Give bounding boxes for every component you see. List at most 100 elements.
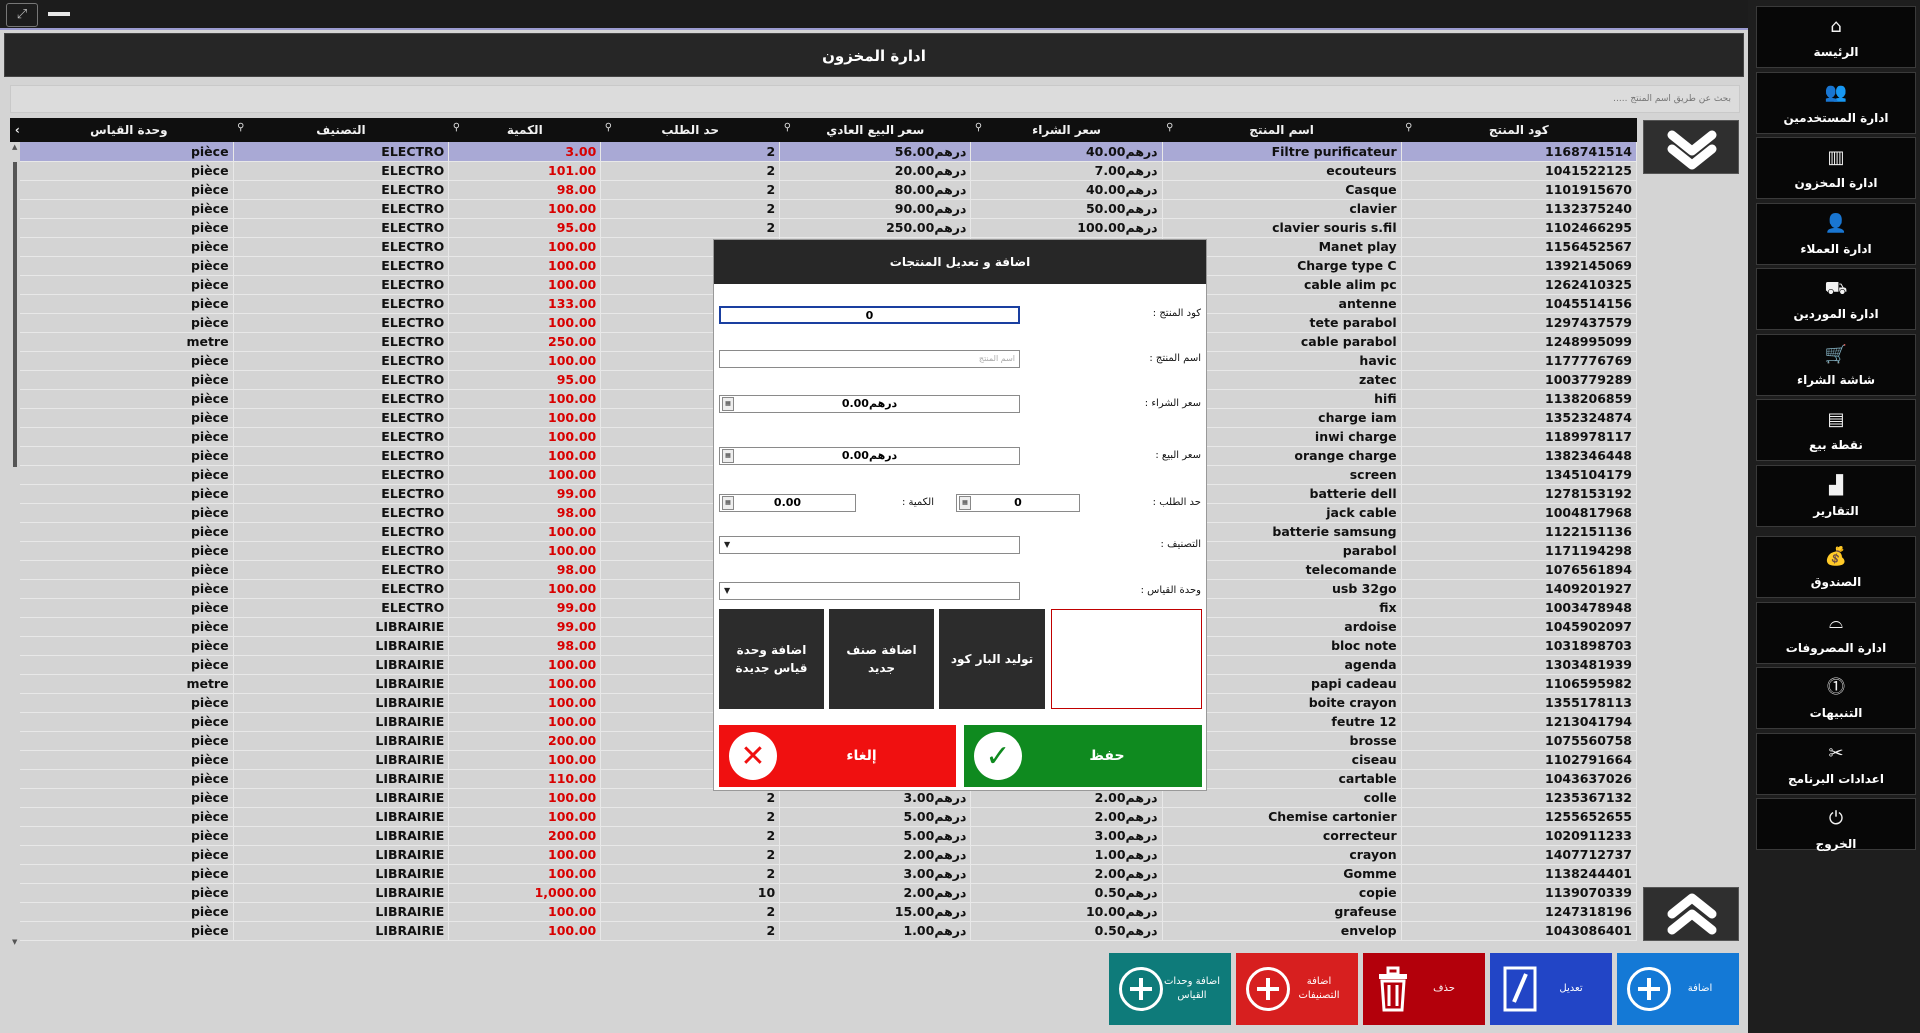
generate-barcode-button[interactable]: توليد البار كود xyxy=(939,609,1045,709)
cell-quantity: 100.00 xyxy=(448,712,602,732)
sidebar-item-settings[interactable]: ✂ اعدادات البرنامج xyxy=(1756,732,1916,795)
sidebar-item-power[interactable]: ⏻ الخروج xyxy=(1756,798,1916,851)
table-row[interactable]: pièce ELECTRO 98.00 2 80.00درهم 40.00درهم Casq… xyxy=(10,180,1637,200)
fullscreen-icon[interactable]: ⤢ xyxy=(6,3,38,27)
search-icon[interactable]: ⚲ xyxy=(1405,122,1412,133)
table-row[interactable]: pièce ELECTRO 101.00 2 20.00درهم 7.00درهم ecou… xyxy=(10,161,1637,181)
table-row[interactable]: pièce LIBRAIRIE 200.00 2 5.00درهم 3.00درهم cor… xyxy=(10,826,1637,846)
category-select[interactable]: ▼ xyxy=(719,536,1020,554)
sidebar-item-cart[interactable]: 🛒 شاشة الشراء xyxy=(1756,333,1916,396)
table-row[interactable]: pièce LIBRAIRIE 100.00 2 1.00درهم 0.50درهم env… xyxy=(10,921,1637,941)
header-scroll-left[interactable]: ‹ xyxy=(10,118,25,142)
cancel-button[interactable]: ✕ إلغاء xyxy=(719,725,956,787)
page-up-button[interactable] xyxy=(1643,887,1739,941)
sidebar-item-supplier[interactable]: ⛟ ادارة الموردين xyxy=(1756,268,1916,330)
scroll-up-arrow-icon[interactable]: ▲ xyxy=(12,143,17,151)
scroll-down-arrow-icon[interactable]: ▼ xyxy=(12,938,17,946)
sidebar-item-pos[interactable]: ▤ نقطة بيع xyxy=(1756,399,1916,461)
product-code-input[interactable]: 0 xyxy=(719,306,1020,324)
header-order-limit[interactable]: ⚲ حد الطلب xyxy=(600,118,780,142)
table-row[interactable]: pièce LIBRAIRIE 100.00 2 3.00درهم 2.00درهم Gom… xyxy=(10,864,1637,884)
table-row[interactable]: pièce ELECTRO 100.00 2 90.00درهم 50.00درهم cla… xyxy=(10,199,1637,219)
sidebar-item-cashbox[interactable]: 💰 الصندوق xyxy=(1756,536,1916,598)
header-label: سعر الشراء xyxy=(1032,123,1101,137)
sidebar-item-customer[interactable]: 👤 ادارة العملاء xyxy=(1756,202,1916,265)
sidebar-item-users[interactable]: 👥 ادارة المستخدمين xyxy=(1756,71,1916,134)
add-category-button[interactable]: اضافة صنف جديد xyxy=(829,609,934,709)
table-row[interactable]: pièce LIBRAIRIE 1,000.00 10 2.00درهم 0.50درهم… xyxy=(10,883,1637,903)
cell-order-limit: 2 xyxy=(600,826,781,846)
window-top-bar: ⤢ xyxy=(0,0,1748,30)
cell-code: 1043637026 xyxy=(1401,769,1637,789)
code-label: كود المنتج : xyxy=(1152,308,1201,319)
sidebar-item-reports[interactable]: ▟ التقارير xyxy=(1756,464,1916,527)
search-icon[interactable]: ⚲ xyxy=(1166,122,1173,133)
cell-buy-price: 2.00درهم xyxy=(970,864,1163,884)
save-button[interactable]: ✓ حفظ xyxy=(964,725,1202,787)
table-row[interactable]: pièce LIBRAIRIE 100.00 2 2.00درهم 1.00درهم cra… xyxy=(10,845,1637,865)
header-quantity[interactable]: ⚲ الكمية xyxy=(448,118,601,142)
cell-name: Casque xyxy=(1162,180,1402,200)
add-unit-button[interactable]: اضافة وحدة قياس جديدة xyxy=(719,609,824,709)
search-icon[interactable]: ⚲ xyxy=(237,122,244,133)
calculator-icon[interactable]: ▦ xyxy=(722,496,734,510)
header-unit[interactable]: وحدة القياس xyxy=(24,118,234,142)
header-label: اسم المنتج xyxy=(1249,123,1314,137)
calculator-icon[interactable]: ▦ xyxy=(722,397,734,411)
table-row[interactable]: pièce ELECTRO 3.00 2 56.00درهم 40.00درهم Filtr… xyxy=(10,142,1637,162)
header-buy-price[interactable]: ⚲ سعر الشراء xyxy=(970,118,1163,142)
search-input[interactable] xyxy=(10,85,1740,113)
sidebar-item-home[interactable]: ⌂ الرئيسة xyxy=(1756,6,1916,68)
check-icon: ✓ xyxy=(974,732,1022,780)
cell-unit: pièce xyxy=(24,313,234,333)
header-name[interactable]: ⚲ اسم المنتج xyxy=(1162,118,1402,142)
table-row[interactable]: pièce LIBRAIRIE 100.00 2 5.00درهم 2.00درهم Che… xyxy=(10,807,1637,827)
header-code[interactable]: ⚲ كود المنتج xyxy=(1401,118,1637,142)
sidebar-item-inventory[interactable]: ▥ ادارة المخزون xyxy=(1756,137,1916,199)
page-title: ادارة المخزون xyxy=(4,33,1744,77)
order-limit-input[interactable]: ▦ 0 xyxy=(956,494,1080,512)
cell-unit: pièce xyxy=(24,522,234,542)
header-sell-price[interactable]: ⚲ سعر البيع العادي xyxy=(779,118,971,142)
sidebar-item-expenses[interactable]: ⌓ ادارة المصروفات xyxy=(1756,601,1916,664)
sidebar-item-label: نقطة بيع xyxy=(1809,438,1863,452)
cell-quantity: 100.00 xyxy=(448,579,602,599)
cell-order-limit: 10 xyxy=(600,883,781,903)
unit-select[interactable]: ▼ xyxy=(719,582,1020,600)
page-down-button[interactable] xyxy=(1643,120,1739,174)
add-button[interactable]: اضافة xyxy=(1617,953,1739,1025)
add-categories-button[interactable]: اضافة التصنيفات xyxy=(1236,953,1358,1025)
sidebar-item-alert[interactable]: ⓵ التنبيهات xyxy=(1756,667,1916,729)
add-units-button[interactable]: اضافة وحدات القياس xyxy=(1109,953,1231,1025)
buy-price-input[interactable]: ▦ 0.00درهم xyxy=(719,395,1020,413)
edit-button[interactable]: تعديل xyxy=(1490,953,1612,1025)
delete-button[interactable]: حذف xyxy=(1363,953,1485,1025)
cell-quantity: 98.00 xyxy=(448,560,602,580)
cell-code: 1156452567 xyxy=(1401,237,1637,257)
sell-price-input[interactable]: ▦ 0.00درهم xyxy=(719,447,1020,465)
header-category[interactable]: ⚲ التصنيف xyxy=(233,118,449,142)
quantity-label: الكمية : xyxy=(901,497,934,508)
table-row[interactable]: pièce ELECTRO 95.00 2 250.00درهم 100.00درهم cl… xyxy=(10,218,1637,238)
cell-code: 1247318196 xyxy=(1401,902,1637,922)
minimize-icon[interactable] xyxy=(48,12,70,16)
quantity-input[interactable]: ▦ 0.00 xyxy=(719,494,856,512)
search-icon[interactable]: ⚲ xyxy=(975,122,982,133)
cell-category: ELECTRO xyxy=(233,427,450,447)
search-icon[interactable]: ⚲ xyxy=(605,122,612,133)
calculator-icon[interactable]: ▦ xyxy=(722,449,734,463)
scrollbar-thumb[interactable] xyxy=(13,162,17,467)
sidebar-item-label: ادارة الموردين xyxy=(1793,307,1879,321)
search-icon[interactable]: ⚲ xyxy=(784,122,791,133)
search-icon[interactable]: ⚲ xyxy=(453,122,460,133)
cell-buy-price: 7.00درهم xyxy=(970,161,1163,181)
product-name-input[interactable]: اسم المنتج xyxy=(719,350,1020,368)
calculator-icon[interactable]: ▦ xyxy=(959,496,971,510)
cell-buy-price: 100.00درهم xyxy=(970,218,1163,238)
cell-code: 1020911233 xyxy=(1401,826,1637,846)
cell-code: 1177776769 xyxy=(1401,351,1637,371)
sell-price-label: سعر البيع : xyxy=(1155,450,1201,461)
cell-unit: pièce xyxy=(24,256,234,276)
table-row[interactable]: pièce LIBRAIRIE 100.00 2 15.00درهم 10.00درهم g… xyxy=(10,902,1637,922)
table-scrollbar[interactable]: ▲ ▼ xyxy=(10,142,20,946)
